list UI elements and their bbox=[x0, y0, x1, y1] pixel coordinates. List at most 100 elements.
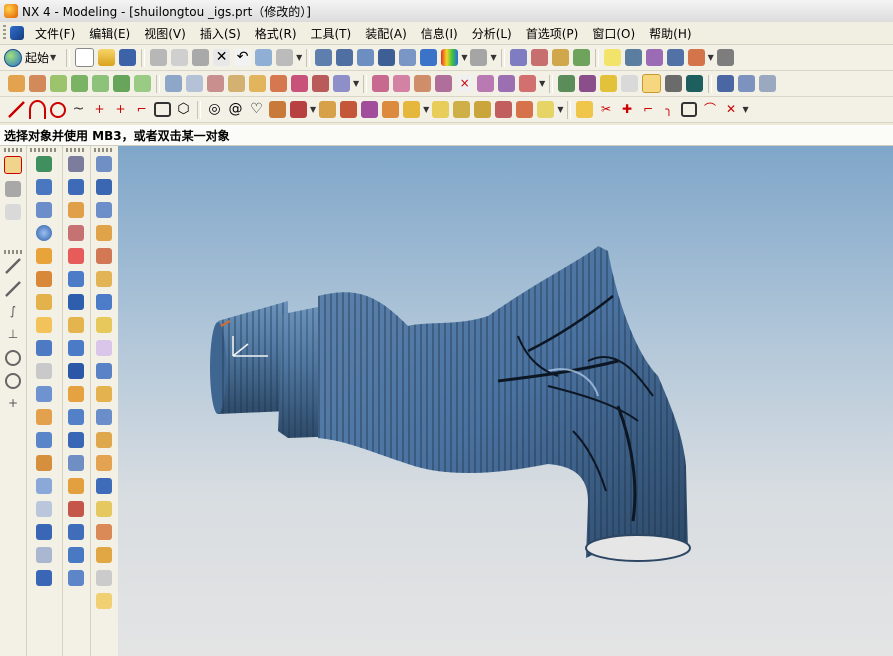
offset-face-2-icon[interactable] bbox=[96, 386, 112, 402]
basic-spline-icon[interactable]: ∫ bbox=[5, 304, 21, 320]
surface-from-points-icon[interactable] bbox=[96, 156, 112, 172]
trim-curve-icon[interactable] bbox=[403, 101, 421, 118]
boss-feature-icon[interactable] bbox=[36, 248, 52, 264]
offset-face-icon[interactable] bbox=[36, 570, 52, 586]
chevron-down-icon[interactable]: ▼ bbox=[423, 105, 429, 114]
basic-fillet-icon[interactable]: ⊥ bbox=[5, 327, 21, 343]
face-blend-icon[interactable] bbox=[68, 179, 84, 195]
cone-feature-icon[interactable] bbox=[36, 202, 52, 218]
open-folder-icon[interactable] bbox=[98, 49, 116, 66]
pattern-feature-icon[interactable] bbox=[36, 386, 52, 402]
stretch-curve-icon[interactable] bbox=[537, 101, 555, 118]
chamfer-icon[interactable] bbox=[92, 75, 109, 92]
change-stiffness-icon[interactable] bbox=[498, 75, 516, 92]
curve-length-icon[interactable] bbox=[474, 101, 492, 118]
analysis-shading-icon[interactable] bbox=[441, 49, 459, 66]
slot-feature-icon[interactable] bbox=[36, 317, 52, 333]
revolve-icon[interactable] bbox=[29, 75, 46, 92]
section-surface-icon[interactable] bbox=[96, 271, 112, 287]
extract-geometry-icon[interactable] bbox=[738, 75, 756, 92]
blend-icon[interactable] bbox=[71, 75, 88, 92]
select-filter-icon[interactable] bbox=[276, 49, 294, 66]
outlet-opening[interactable] bbox=[585, 534, 691, 562]
styled-corner-icon[interactable] bbox=[96, 524, 112, 540]
undo-icon[interactable]: ↶ bbox=[234, 49, 252, 66]
quick-extend-icon[interactable]: ✚ bbox=[618, 101, 635, 118]
basic-point-icon[interactable]: + bbox=[5, 396, 21, 412]
datum-csys-icon[interactable] bbox=[5, 181, 21, 197]
sketch-dimension-icon[interactable]: ⌒ bbox=[701, 101, 718, 118]
chevron-down-icon[interactable]: ▼ bbox=[742, 105, 748, 114]
edit-object-icon[interactable] bbox=[666, 49, 684, 66]
sheet-to-solid-icon[interactable] bbox=[96, 593, 112, 609]
emboss-icon[interactable] bbox=[68, 501, 84, 517]
intersect-icon[interactable] bbox=[36, 478, 52, 494]
section-curve-icon[interactable] bbox=[340, 101, 358, 118]
isoparametric-trim-icon[interactable] bbox=[435, 75, 453, 92]
smooth-spline-icon[interactable] bbox=[495, 101, 513, 118]
subtract-icon[interactable] bbox=[36, 455, 52, 471]
object-display-icon[interactable] bbox=[624, 49, 642, 66]
light-bulb-icon[interactable] bbox=[603, 49, 621, 66]
point-constructor-icon[interactable] bbox=[4, 156, 22, 174]
cylinder-feature-icon[interactable] bbox=[36, 179, 52, 195]
chevron-down-icon[interactable]: ▼ bbox=[557, 105, 563, 114]
blank-object-icon[interactable] bbox=[687, 49, 705, 66]
toolbar-grip-icon[interactable] bbox=[94, 148, 114, 152]
select-mode-icon[interactable] bbox=[642, 74, 662, 93]
n-sided-surface-icon[interactable] bbox=[291, 75, 308, 92]
sewn-face-icon[interactable] bbox=[96, 409, 112, 425]
sew-icon[interactable] bbox=[228, 75, 245, 92]
extract-body-icon[interactable] bbox=[68, 386, 84, 402]
groove-feature-icon[interactable] bbox=[36, 340, 52, 356]
sketch-rectangle-icon[interactable] bbox=[681, 102, 698, 117]
swept-surface-icon[interactable] bbox=[333, 75, 350, 92]
make-corner-icon[interactable]: ⌐ bbox=[639, 101, 656, 118]
extension-surface-icon[interactable] bbox=[96, 363, 112, 379]
render-style-icon[interactable] bbox=[470, 49, 488, 66]
shaded-view-icon[interactable] bbox=[420, 49, 438, 66]
promote-body-icon[interactable] bbox=[68, 409, 84, 425]
project-curve-icon[interactable] bbox=[290, 101, 307, 118]
rotate-view-icon[interactable] bbox=[378, 49, 396, 66]
n-sided-face-icon[interactable] bbox=[96, 317, 112, 333]
face-curve-icon[interactable] bbox=[96, 570, 112, 586]
sketch-tool-icon[interactable] bbox=[509, 49, 527, 66]
menu-window[interactable]: 窗口(O) bbox=[585, 25, 642, 42]
line-icon[interactable] bbox=[8, 101, 25, 118]
through-curve-mesh-icon[interactable] bbox=[96, 225, 112, 241]
split-body-icon[interactable] bbox=[36, 524, 52, 540]
toolbar-grip-icon[interactable] bbox=[4, 250, 22, 254]
save-icon[interactable] bbox=[119, 49, 137, 66]
rectangle-icon[interactable] bbox=[154, 102, 171, 117]
menu-information[interactable]: 信息(I) bbox=[414, 25, 465, 42]
sketch-curve-icon[interactable] bbox=[576, 101, 594, 118]
toolbar-options-icon[interactable] bbox=[759, 75, 777, 92]
circle-icon[interactable] bbox=[50, 101, 66, 118]
curvature-comb-icon[interactable] bbox=[579, 75, 597, 92]
pad-feature-icon[interactable] bbox=[36, 294, 52, 310]
chevron-down-icon[interactable]: ▼ bbox=[490, 53, 496, 62]
trim-body-icon[interactable] bbox=[36, 501, 52, 517]
delete-icon[interactable]: ✕ bbox=[213, 49, 231, 66]
reverse-normal-icon[interactable] bbox=[519, 75, 537, 92]
deviation-check-icon[interactable] bbox=[558, 75, 576, 92]
transition-body[interactable] bbox=[318, 246, 688, 558]
text-curve-icon[interactable]: ♡ bbox=[248, 101, 265, 118]
offset-surface-icon[interactable] bbox=[249, 75, 266, 92]
draft-face-icon[interactable] bbox=[68, 248, 84, 264]
global-shaping-icon[interactable] bbox=[96, 547, 112, 563]
wrap-geometry-icon[interactable] bbox=[68, 363, 84, 379]
highlight-lines-icon[interactable] bbox=[600, 75, 618, 92]
transition-surface-icon[interactable] bbox=[96, 340, 112, 356]
color-palette-icon[interactable] bbox=[645, 49, 663, 66]
point-icon[interactable]: × bbox=[456, 75, 474, 92]
rib-icon[interactable] bbox=[68, 547, 84, 563]
thicken-icon[interactable] bbox=[68, 317, 84, 333]
polygon-icon[interactable]: ⬡ bbox=[175, 101, 192, 118]
point-set-icon[interactable]: + bbox=[112, 101, 129, 118]
graphics-window[interactable] bbox=[118, 146, 893, 656]
hole-icon[interactable] bbox=[134, 75, 151, 92]
edit-curve-icon[interactable] bbox=[432, 101, 450, 118]
chevron-down-icon[interactable]: ▼ bbox=[310, 105, 316, 114]
